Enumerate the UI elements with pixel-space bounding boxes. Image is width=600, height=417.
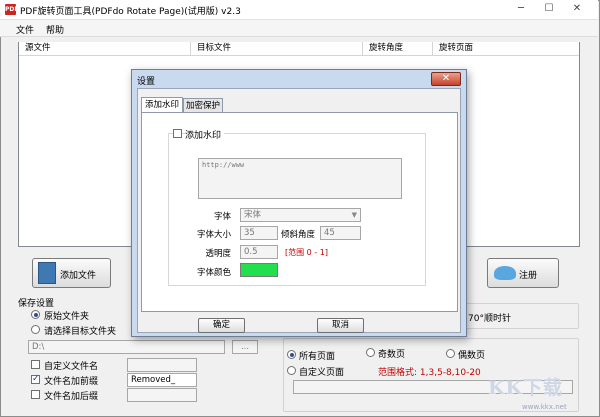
dialog-close-button[interactable]: ✕	[431, 72, 461, 86]
odd-pages-radio[interactable]	[366, 348, 375, 357]
custom-filename-label: 自定义文件名	[44, 362, 99, 372]
font-size-input[interactable]: 35	[240, 226, 278, 240]
tab-encryption[interactable]: 加密保护	[183, 98, 223, 113]
font-color-swatch[interactable]	[240, 263, 278, 277]
tab-add-watermark[interactable]: 添加水印	[141, 97, 183, 113]
add-file-icon	[38, 262, 56, 284]
close-button[interactable]: ✕	[566, 2, 588, 16]
save-settings-title: 保存设置	[18, 299, 55, 309]
column-rotate-pages[interactable]: 旋转页面	[433, 42, 579, 56]
page-range-hint: 范围格式: 1,3,5-8,10-20	[378, 368, 481, 378]
app-icon-label: PDF	[5, 6, 19, 13]
site-watermark-url: www.kkx.net	[522, 403, 567, 411]
custom-pages-label: 自定义页面	[299, 368, 345, 378]
browse-button[interactable]: ...	[232, 340, 258, 354]
even-pages-label: 偶数页	[458, 351, 486, 361]
minimize-button[interactable]: ─	[510, 2, 532, 16]
prefix-input[interactable]: Removed_	[127, 373, 197, 387]
opacity-input[interactable]: 0.5	[240, 245, 278, 259]
opacity-label: 透明度	[205, 249, 231, 259]
rotate-direction-text: 70°顺时针	[468, 314, 511, 324]
watermark-checkbox-label: 添加水印	[185, 128, 225, 141]
custom-filename-checkbox[interactable]	[31, 360, 40, 369]
font-color-label: 字体颜色	[196, 268, 231, 278]
tilt-input[interactable]: 45	[320, 226, 361, 240]
font-size-label: 字体大小	[196, 230, 231, 240]
font-value: 宋体	[244, 210, 262, 220]
suffix-label: 文件名加后缀	[44, 392, 99, 402]
suffix-checkbox[interactable]	[31, 390, 40, 399]
prefix-label: 文件名加前缀	[44, 377, 99, 387]
custom-filename-input[interactable]	[127, 358, 197, 372]
target-folder-label: 请选择目标文件夹	[44, 327, 117, 337]
even-pages-radio[interactable]	[446, 349, 455, 358]
register-label: 注册	[519, 271, 538, 281]
target-folder-radio[interactable]	[31, 325, 40, 334]
original-folder-label: 原始文件夹	[44, 312, 90, 322]
column-source-file[interactable]: 源文件	[19, 42, 191, 56]
odd-pages-label: 奇数页	[378, 350, 406, 360]
suffix-input[interactable]	[127, 388, 197, 402]
dialog-title: 设置	[137, 77, 156, 87]
maximize-button[interactable]: ☐	[538, 2, 560, 16]
column-rotate-angle[interactable]: 旋转角度	[363, 42, 433, 56]
watermark-checkbox[interactable]	[173, 129, 182, 138]
font-select[interactable]: 宋体 ▼	[240, 208, 361, 222]
menu-help[interactable]: 帮助	[46, 23, 64, 36]
site-watermark-logo: KK下载	[488, 377, 564, 399]
opacity-range: [范围 0 - 1]	[285, 248, 328, 257]
add-file-label: 添加文件	[60, 271, 97, 281]
menu-bar	[0, 20, 598, 37]
window-title: PDF旋转页面工具(PDFdo Rotate Page)(试用版) v2.3	[20, 7, 241, 17]
font-label: 字体	[213, 212, 231, 222]
register-button[interactable]: 注册	[487, 258, 559, 288]
cancel-button[interactable]: 取消	[317, 318, 364, 333]
chevron-down-icon: ▼	[351, 211, 357, 219]
menu-file[interactable]: 文件	[16, 23, 34, 36]
original-folder-radio[interactable]	[31, 310, 40, 319]
target-folder-path[interactable]: D:\	[28, 340, 225, 354]
prefix-checkbox[interactable]	[31, 374, 40, 384]
watermark-text-input[interactable]: http://www	[198, 158, 402, 199]
add-file-button[interactable]: 添加文件	[32, 258, 111, 288]
key-icon	[494, 266, 516, 280]
all-pages-radio[interactable]	[287, 350, 296, 359]
column-target-file[interactable]: 目标文件	[191, 42, 363, 56]
custom-pages-radio[interactable]	[287, 366, 296, 375]
all-pages-label: 所有页面	[299, 352, 336, 362]
tilt-label: 倾斜角度	[280, 230, 315, 240]
ok-button[interactable]: 确定	[198, 318, 245, 333]
